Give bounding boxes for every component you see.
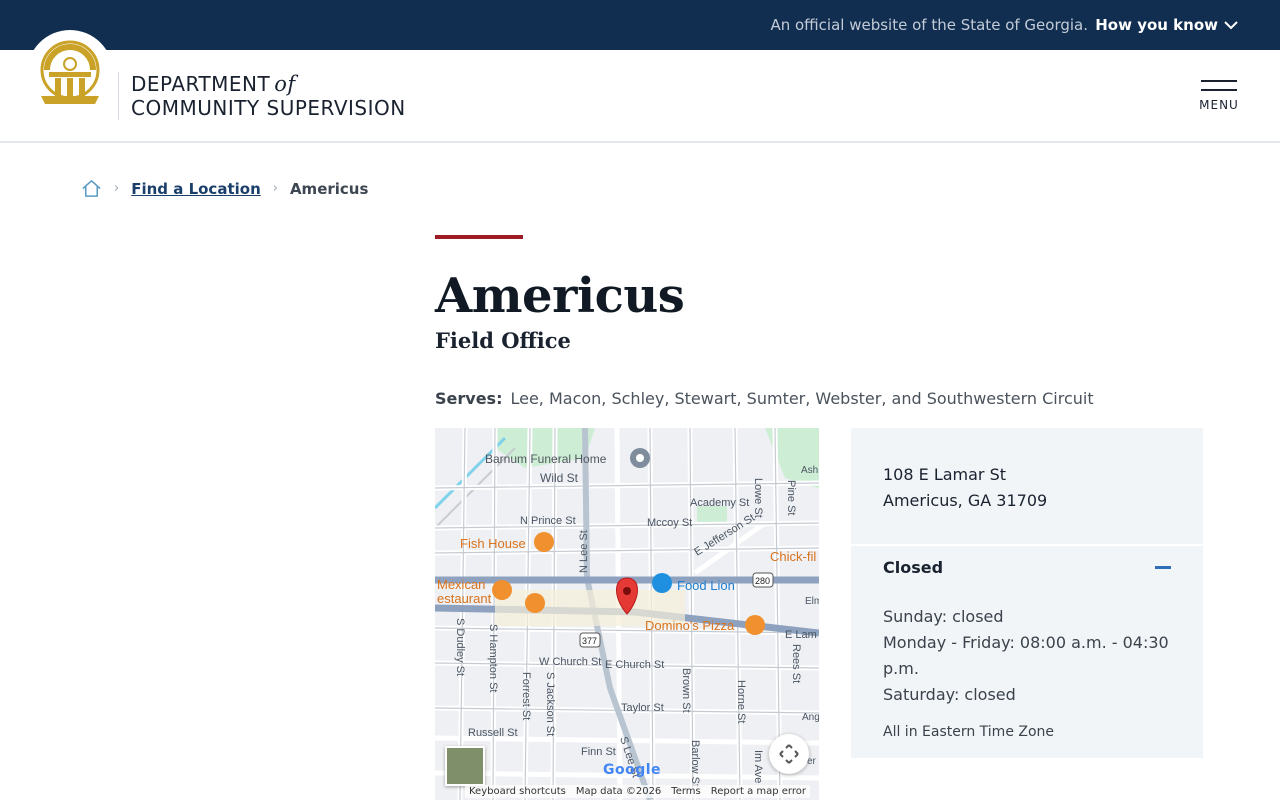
map-label: Barnum Funeral Home (485, 452, 607, 466)
map-label: Chick-fil (770, 549, 816, 564)
map-label: Brown St (680, 668, 692, 713)
map-label: S Dudley St (454, 618, 466, 676)
card-divider (851, 544, 1203, 546)
map-label: E Church St (605, 659, 664, 671)
map-label: Mexican (437, 577, 485, 592)
map-label: Wild St (540, 471, 579, 485)
seal-logo[interactable] (27, 30, 113, 116)
map-label: 377 (582, 636, 597, 646)
location-map[interactable]: Barnum Funeral Home Wild St Academy St N… (435, 428, 819, 800)
map-label: N Lee St (578, 530, 590, 573)
map-label: Horne St (735, 680, 747, 723)
map-label: Fish House (460, 536, 526, 551)
map-label: Elm (805, 596, 819, 607)
map-data-text: Map data ©2026 (575, 786, 662, 797)
map-label: 280 (755, 576, 770, 586)
map-label: Mccoy St (647, 517, 692, 529)
menu-label: MENU (1199, 98, 1239, 112)
page-subtitle: Field Office (435, 328, 571, 353)
address: 108 E Lamar St Americus, GA 31709 (883, 462, 1047, 514)
map-label: Food Lion (677, 578, 735, 593)
hours-list: Sunday: closed Monday - Friday: 08:00 a.… (883, 604, 1183, 708)
map-footer: Keyboard shortcuts Map data ©2026 Terms … (465, 785, 810, 798)
breadcrumb-current: Americus (289, 179, 369, 198)
map-label: Ash (801, 465, 818, 476)
keyboard-shortcuts-link[interactable]: Keyboard shortcuts (469, 786, 566, 797)
map-label: Rees St (790, 644, 802, 683)
chevron-down-icon (1224, 21, 1238, 30)
map-label: Ang (802, 712, 819, 723)
hours-item: Monday - Friday: 08:00 a.m. - 04:30 p.m. (883, 633, 1169, 678)
title-accent-line (435, 235, 523, 239)
brand-line1: DEPARTMENT (131, 72, 271, 96)
breadcrumb-find-location[interactable]: Find a Location (131, 180, 261, 198)
how-you-know-button[interactable]: How you know (1095, 16, 1238, 34)
site-header: DEPARTMENT of COMMUNITY SUPERVISION MENU (0, 30, 1280, 143)
brand-of: of (274, 72, 296, 96)
map-canvas[interactable]: Barnum Funeral Home Wild St Academy St N… (435, 428, 819, 800)
serves-value: Lee, Macon, Schley, Stewart, Sumter, Web… (510, 389, 1094, 408)
georgia-seal-icon (40, 40, 100, 104)
page-title: Americus (435, 268, 685, 324)
map-label: E Lam (785, 629, 817, 641)
map-label: Domino's Pizza (645, 618, 735, 633)
map-label: Taylor St (621, 702, 664, 714)
chevron-right-icon: › (272, 181, 278, 196)
fullscreen-button[interactable] (769, 734, 809, 774)
address-line2: Americus, GA 31709 (883, 491, 1048, 510)
map-label: Lowe St (752, 478, 764, 518)
hours-item: Sunday: closed (883, 607, 1004, 626)
serves-line: Serves: Lee, Macon, Schley, Stewart, Sumt… (435, 389, 1094, 408)
how-you-know-label: How you know (1095, 16, 1218, 34)
hours-toggle[interactable]: Closed (883, 558, 1171, 577)
menu-button[interactable]: MENU (1198, 80, 1240, 112)
map-label: Russell St (468, 727, 518, 739)
map-label: S Hampton St (487, 624, 499, 692)
report-error-link[interactable]: Report a map error (711, 786, 806, 797)
brand-divider (118, 72, 119, 120)
site-brand[interactable]: DEPARTMENT of COMMUNITY SUPERVISION (131, 72, 406, 120)
map-label: Forrest St (520, 672, 532, 720)
map-label: Finn St (581, 746, 616, 758)
address-line1: 108 E Lamar St (883, 465, 1007, 484)
breadcrumb: › Find a Location › Americus (81, 178, 368, 199)
collapse-icon[interactable] (1155, 566, 1171, 569)
brand-line2: COMMUNITY SUPERVISION (131, 96, 406, 120)
home-icon[interactable] (81, 178, 102, 199)
official-text: An official website of the State of Geor… (770, 16, 1088, 34)
hours-item: Saturday: closed (883, 685, 1016, 704)
map-label: N Prince St (520, 515, 576, 527)
map-label: S Jackson St (544, 672, 556, 736)
map-label: Pine St (785, 480, 797, 515)
chevron-right-icon: › (114, 181, 120, 196)
map-label: Academy St (690, 497, 749, 509)
status-text: Closed (883, 558, 944, 577)
map-label: estaurant (437, 591, 492, 606)
map-label: W Church St (539, 656, 601, 668)
serves-label: Serves: (435, 389, 503, 408)
satellite-toggle[interactable] (445, 746, 485, 786)
official-banner: An official website of the State of Geor… (0, 0, 1280, 50)
map-label: Barlow St (689, 740, 701, 787)
timezone-note: All in Eastern Time Zone (883, 724, 1055, 740)
map-label: Im Ave (752, 750, 764, 783)
terms-link[interactable]: Terms (671, 786, 700, 797)
location-info-card: 108 E Lamar St Americus, GA 31709 Closed… (851, 428, 1203, 758)
google-logo: Google (603, 762, 662, 778)
hamburger-icon (1201, 80, 1237, 91)
fullscreen-icon (779, 744, 799, 764)
